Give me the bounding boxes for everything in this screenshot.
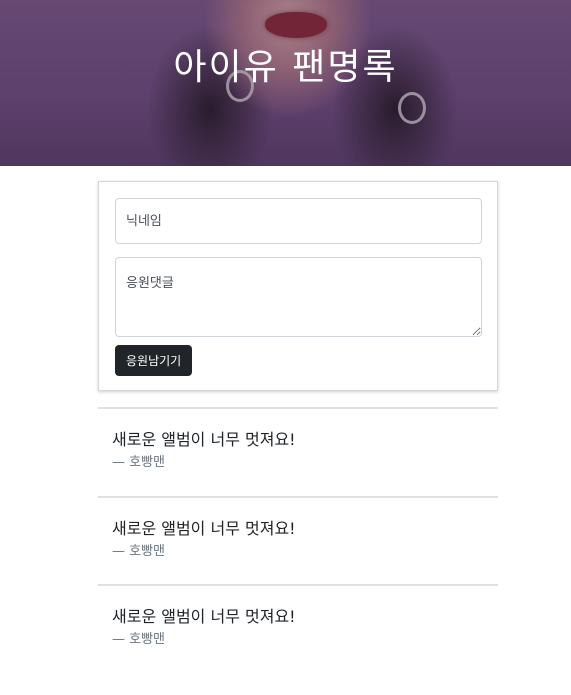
comment-text: 새로운 앨범이 너무 멋져요!: [112, 519, 296, 538]
comment-card: 새로운 앨범이 너무 멋져요! — 호빵맨: [98, 407, 498, 495]
comment-textarea[interactable]: [115, 257, 482, 337]
comment-text: 새로운 앨범이 너무 멋져요!: [112, 430, 296, 449]
comment-card: 새로운 앨범이 너무 멋져요! — 호빵맨: [98, 496, 498, 584]
submit-comment-button[interactable]: 응원남기기: [115, 345, 193, 376]
page-title: 아이유 팬명록: [173, 47, 398, 88]
hero-banner: 아이유 팬명록: [0, 0, 571, 166]
comment-author: — 호빵맨: [112, 544, 166, 559]
comment-text: 새로운 앨범이 너무 멋져요!: [112, 607, 296, 626]
comment-author: — 호빵맨: [112, 455, 166, 470]
comment-form-card: 응원남기기: [98, 181, 498, 391]
comment-author: — 호빵맨: [112, 632, 166, 647]
comment-card: 새로운 앨범이 너무 멋져요! — 호빵맨: [98, 584, 498, 672]
nickname-input[interactable]: [115, 198, 482, 244]
